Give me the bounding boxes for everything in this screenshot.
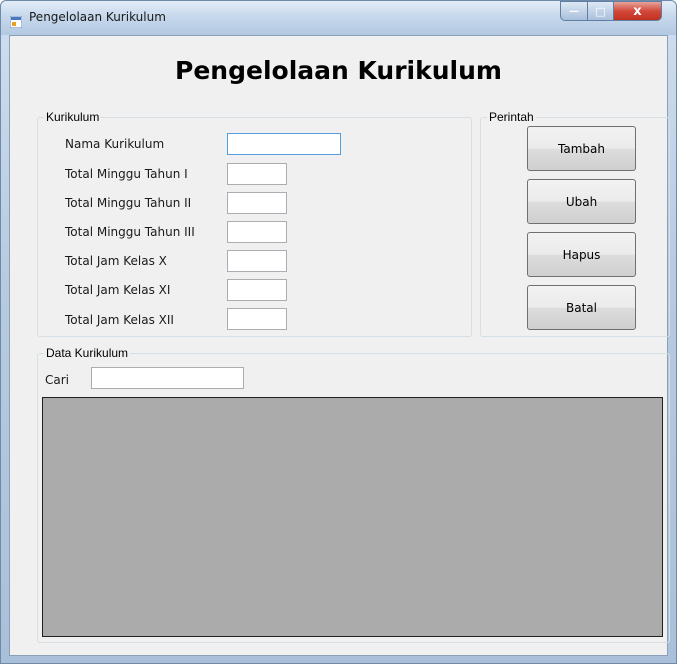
total-jam-kelas-xii-label: Total Jam Kelas XII	[65, 313, 174, 327]
hapus-button-label: Hapus	[562, 247, 601, 262]
data-grid[interactable]	[42, 397, 663, 637]
total-jam-kelas-x-input[interactable]	[227, 250, 287, 272]
maximize-button[interactable]: □	[588, 1, 614, 21]
maximize-icon: □	[595, 4, 606, 18]
ubah-button-label: Ubah	[565, 194, 598, 209]
form-client-area: Pengelolaan Kurikulum Kurikulum Nama Kur…	[9, 35, 670, 656]
total-jam-kelas-x-label: Total Jam Kelas X	[65, 254, 167, 268]
hapus-button[interactable]: Hapus	[527, 232, 636, 277]
batal-button-label: Batal	[566, 300, 597, 315]
app-form-icon	[9, 13, 23, 29]
total-jam-kelas-xii-input[interactable]	[227, 308, 287, 330]
total-minggu-tahun-2-input[interactable]	[227, 192, 287, 214]
kurikulum-group-title: Kurikulum	[44, 110, 102, 124]
perintah-group-title: Perintah	[487, 110, 536, 124]
search-input[interactable]	[91, 367, 244, 389]
data-kurikulum-group-title: Data Kurikulum	[44, 346, 131, 360]
title-bar[interactable]: Pengelolaan Kurikulum — □ x	[1, 1, 676, 35]
total-minggu-tahun-1-label: Total Minggu Tahun I	[65, 167, 188, 181]
total-minggu-tahun-3-input[interactable]	[227, 221, 287, 243]
ubah-button[interactable]: Ubah	[527, 179, 636, 224]
total-minggu-tahun-2-label: Total Minggu Tahun II	[65, 196, 192, 210]
close-button[interactable]: x	[614, 1, 662, 21]
total-minggu-tahun-1-input[interactable]	[227, 163, 287, 185]
batal-button[interactable]: Batal	[527, 285, 636, 330]
minimize-button[interactable]: —	[560, 1, 588, 21]
caption-buttons: — □ x	[560, 1, 664, 22]
total-jam-kelas-xi-label: Total Jam Kelas XI	[65, 283, 171, 297]
tambah-button-label: Tambah	[558, 141, 605, 156]
total-jam-kelas-xi-input[interactable]	[227, 279, 287, 301]
page-title: Pengelolaan Kurikulum	[175, 56, 502, 85]
window-title: Pengelolaan Kurikulum	[29, 10, 166, 24]
nama-kurikulum-label: Nama Kurikulum	[65, 137, 165, 151]
cari-label: Cari	[45, 373, 69, 387]
app-window: Pengelolaan Kurikulum — □ x Pengelolaan …	[0, 0, 677, 664]
total-minggu-tahun-3-label: Total Minggu Tahun III	[65, 225, 195, 239]
nama-kurikulum-input[interactable]	[227, 133, 341, 155]
tambah-button[interactable]: Tambah	[527, 126, 636, 171]
minimize-icon: —	[569, 5, 579, 17]
close-icon: x	[633, 3, 642, 19]
